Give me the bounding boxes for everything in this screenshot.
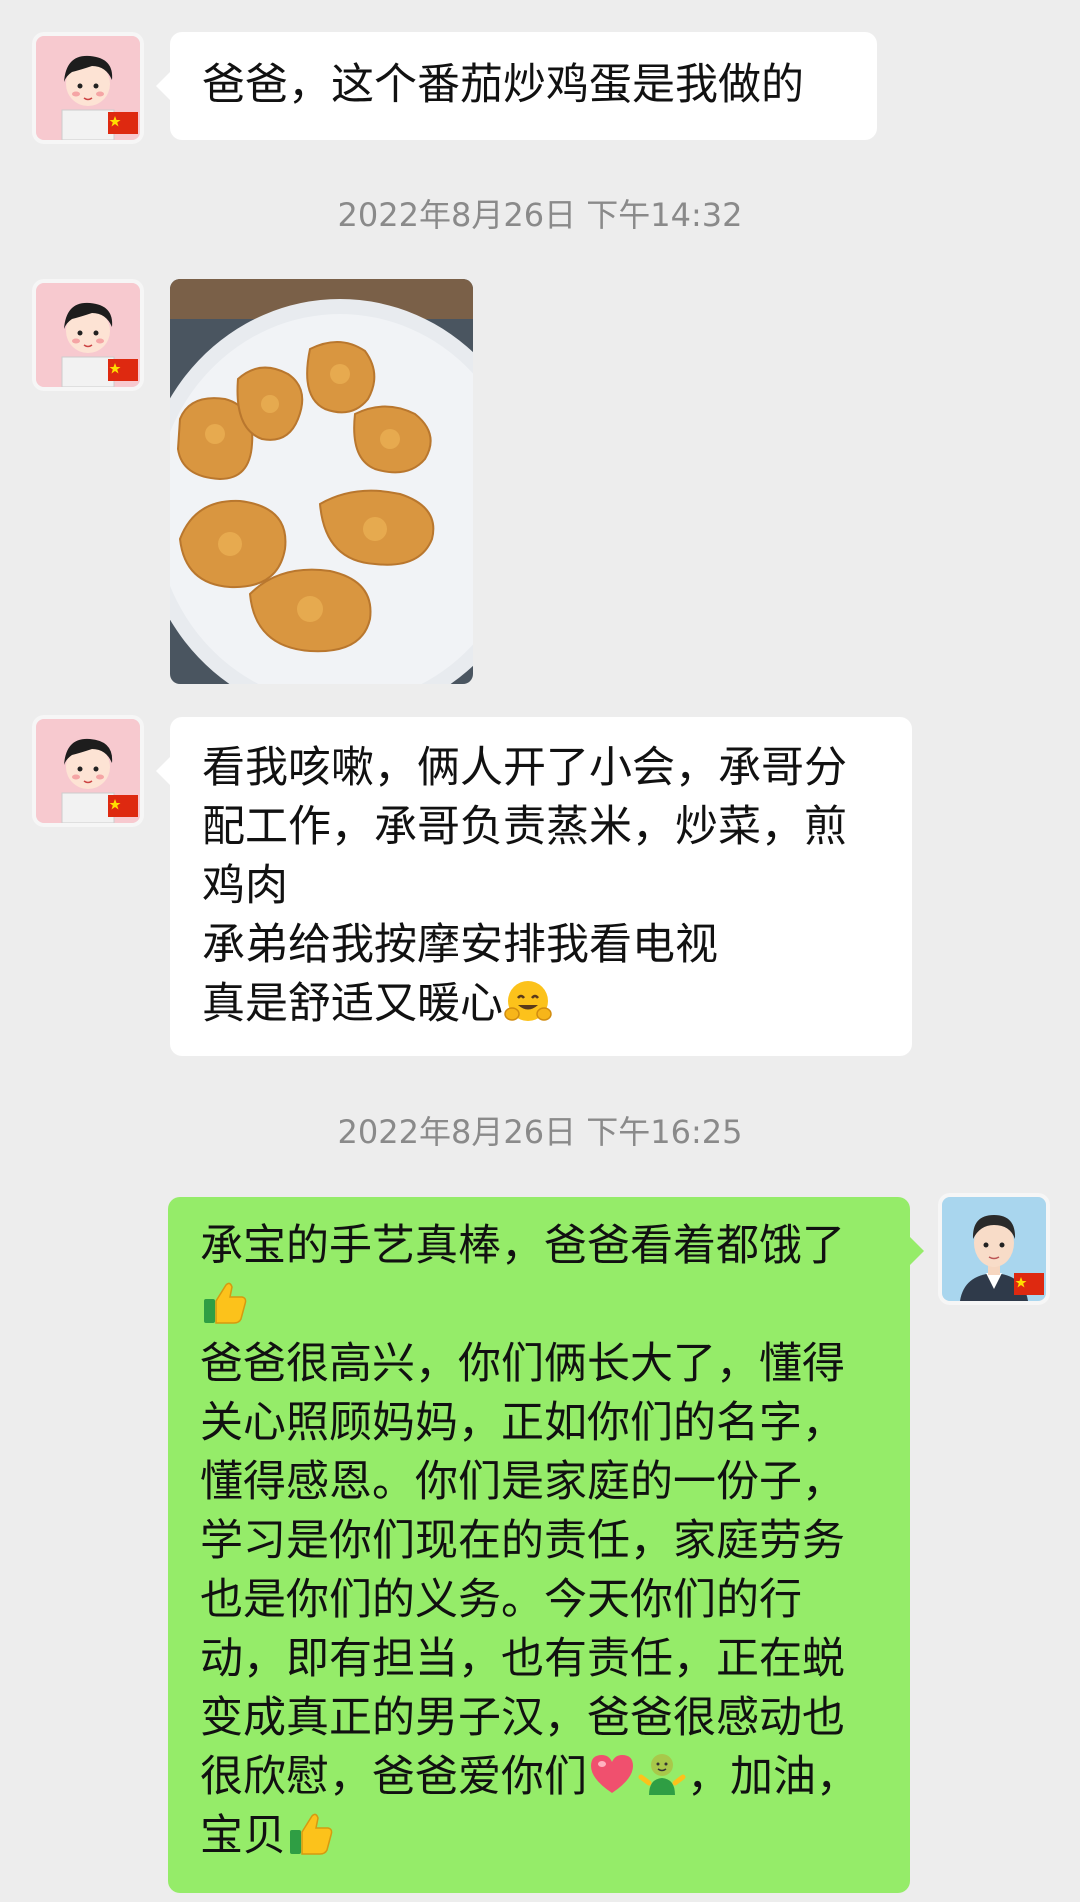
mom-avatar-icon	[36, 36, 140, 140]
message-line: 学习是你们现在的责任，家庭劳务	[200, 1516, 845, 1566]
timestamp: 2022年8月26日 下午14:32	[337, 196, 743, 234]
hugging-face-emoji	[503, 976, 553, 1026]
message-line: 关心照顾妈妈，正如你们的名字，	[200, 1398, 845, 1448]
message-line: 动，即有担当，也有责任，正在蜕	[200, 1634, 845, 1684]
chat-window: 爸爸，这个番茄炒鸡蛋是我做的 2022年8月26日 下午14:32 看我咳嗽，俩…	[0, 0, 1080, 1902]
message-bubble-4[interactable]: 承宝的手艺真棒，爸爸看着都饿了 爸爸很高兴，你们俩长大了，懂得 关心照顾妈妈，正…	[168, 1197, 924, 1893]
message-line: 看我咳嗽，俩人开了小会，承哥分	[202, 743, 847, 793]
thumbs-up-emoji	[286, 1808, 336, 1858]
timestamp: 2022年8月26日 下午16:25	[337, 1113, 743, 1151]
food-photo[interactable]	[170, 279, 473, 684]
message-line: 真是舒适又暖心	[202, 979, 503, 1029]
china-flag-icon	[108, 795, 138, 817]
mom-avatar[interactable]	[36, 719, 140, 823]
message-line: 宝贝	[200, 1811, 286, 1861]
message-line: 很欣慰，爸爸爱你们	[200, 1752, 587, 1802]
message-bubble-3[interactable]: 看我咳嗽，俩人开了小会，承哥分 配工作，承哥负责蒸米，炒菜，煎 鸡肉 承弟给我按…	[156, 717, 912, 1056]
person-shrugging-emoji	[637, 1749, 687, 1799]
message-line: 承弟给我按摩安排我看电视	[202, 920, 718, 970]
dad-avatar-icon	[942, 1197, 1046, 1301]
message-line: 配工作，承哥负责蒸米，炒菜，煎	[202, 802, 847, 852]
message-text: 爸爸，这个番茄炒鸡蛋是我做的	[202, 60, 804, 110]
china-flag-icon	[108, 112, 138, 134]
thumbs-up-emoji	[200, 1277, 250, 1327]
message-line: 爸爸很高兴，你们俩长大了，懂得	[200, 1339, 845, 1389]
mom-avatar[interactable]	[36, 283, 140, 387]
mom-avatar-icon	[36, 283, 140, 387]
red-heart-emoji	[587, 1749, 637, 1799]
mom-avatar-icon	[36, 719, 140, 823]
message-line: 也是你们的义务。今天你们的行	[200, 1575, 802, 1625]
message-line: 鸡肉	[202, 861, 288, 911]
message-line: 承宝的手艺真棒，爸爸看着都饿了	[200, 1221, 845, 1271]
china-flag-icon	[1014, 1273, 1044, 1295]
dad-avatar[interactable]	[942, 1197, 1046, 1301]
message-line: 变成真正的男子汉，爸爸很感动也	[200, 1693, 845, 1743]
mom-avatar[interactable]	[36, 36, 140, 140]
fried-food-image	[170, 279, 473, 684]
message-bubble-1[interactable]: 爸爸，这个番茄炒鸡蛋是我做的	[156, 32, 877, 140]
china-flag-icon	[108, 359, 138, 381]
message-line: 懂得感恩。你们是家庭的一份子，	[200, 1457, 845, 1507]
